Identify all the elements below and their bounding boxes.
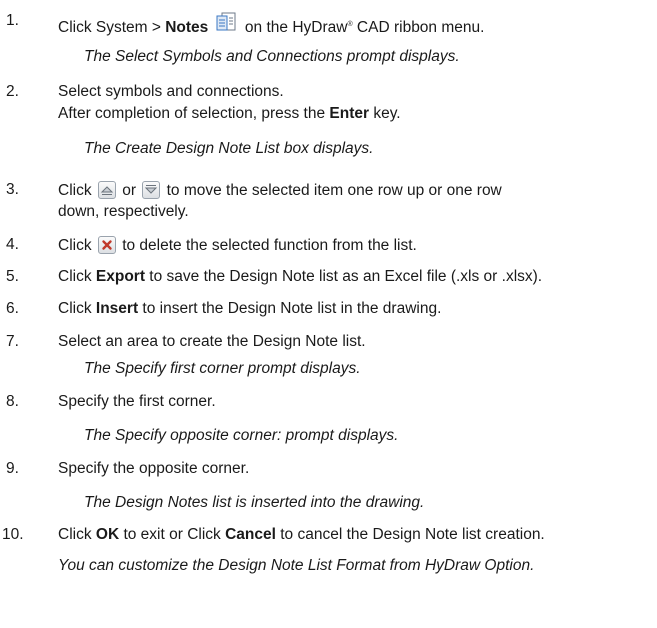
insert-command: Insert (95, 300, 139, 317)
delete-icon (97, 236, 116, 254)
step-number: 1. (6, 12, 19, 29)
step-number: 2. (6, 83, 19, 100)
step-number: 6. (6, 300, 19, 317)
step-note: The Specify opposite corner: prompt disp… (84, 427, 399, 444)
step-note: The Design Notes list is inserted into t… (84, 494, 425, 511)
step-text: Click or to move the selected item one r… (58, 181, 502, 199)
step-text: Click OK to exit or Click Cancel to canc… (58, 526, 545, 543)
step-note: The Select Symbols and Connections promp… (84, 48, 460, 65)
step-note: The Create Design Note List box displays… (84, 140, 374, 157)
step-text: Click Insert to insert the Design Note l… (58, 300, 442, 317)
arrow-up-icon (97, 181, 116, 199)
step-text-line-2: After completion of selection, press the… (58, 105, 401, 122)
step-text: Click System > Notes on the HyDraw® CAD … (58, 12, 484, 37)
ok-button-label: OK (95, 526, 120, 543)
step-text: Select an area to create the Design Note… (58, 333, 366, 350)
cancel-button-label: Cancel (225, 526, 276, 543)
step-number: 8. (6, 393, 19, 410)
step-number: 9. (6, 460, 19, 477)
customize-note: You can customize the Design Note List F… (58, 557, 535, 574)
step-text: Specify the first corner. (58, 393, 216, 410)
enter-key: Enter (329, 105, 370, 122)
step-text: Click to delete the selected function fr… (58, 236, 417, 254)
arrow-down-icon (142, 181, 161, 199)
step-number: 5. (6, 268, 19, 285)
step-number: 7. (6, 333, 19, 350)
step-text: Specify the opposite corner. (58, 460, 250, 477)
step-text: Click Export to save the Design Note lis… (58, 268, 543, 285)
step-note: The Specify first corner prompt displays… (84, 360, 361, 377)
notes-command: Notes (165, 19, 209, 36)
export-command: Export (95, 268, 145, 285)
step-text-line-2: down, respectively. (58, 203, 189, 220)
step-number: 4. (6, 236, 19, 253)
step-text: Select symbols and connections. (58, 83, 284, 100)
notes-icon (216, 12, 238, 34)
step-number: 10. (2, 526, 24, 543)
step-number: 3. (6, 181, 19, 198)
